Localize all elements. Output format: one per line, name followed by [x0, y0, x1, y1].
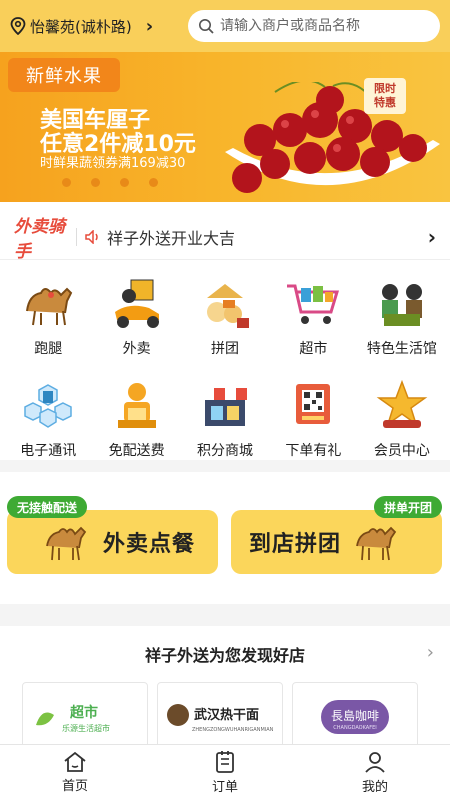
discover-shops-section: 祥子外送为您发现好店 › 超市 乐源生活超市 武汉热干面 ZHENGZONGWU… — [0, 626, 450, 752]
cherries-image — [225, 82, 440, 193]
discover-heading: 祥子外送为您发现好店 — [144, 646, 305, 665]
announcement-text: 祥子外送开业大吉 — [107, 228, 236, 248]
svg-text:超市: 超市 — [69, 704, 98, 721]
location-label: 怡馨苑(诚朴路) — [30, 17, 132, 36]
user-icon — [365, 752, 385, 773]
group-buy-icon — [196, 276, 254, 332]
announcement-bar[interactable]: 外卖骑手 祥子外送开业大吉 › — [0, 214, 450, 262]
groupbuy-store-label: 到店拼团 — [249, 532, 342, 557]
shop-card-noodles[interactable]: 武汉热干面 ZHENGZONGWUHANRIGANMIAN — [157, 682, 283, 752]
svg-text:乐源生活超市: 乐源生活超市 — [62, 723, 110, 733]
groupbuy-store-button[interactable]: 拼单开团 到店拼团 — [231, 496, 442, 574]
points-mall-icon — [196, 378, 254, 434]
takeout-order-button[interactable]: 无接触配送 外卖点餐 — [7, 496, 218, 574]
svg-text:武汉热干面: 武汉热干面 — [194, 707, 259, 723]
category-specialty[interactable]: 特色生活馆 — [358, 276, 446, 358]
top-header: 怡馨苑(诚朴路) › — [0, 0, 450, 52]
camel-icon — [19, 276, 77, 332]
nav-orders[interactable]: 订单 — [175, 745, 275, 800]
chevron-right-icon: › — [427, 224, 436, 249]
bottom-navigation: 首页 订单 我的 — [0, 744, 450, 800]
svg-text:長島咖啡: 長島咖啡 — [331, 708, 379, 723]
shop-card-supermarket[interactable]: 超市 乐源生活超市 — [22, 682, 148, 752]
limited-offer-badge: 限时 特惠 — [364, 78, 406, 114]
home-icon — [64, 751, 86, 772]
category-groupbuy[interactable]: 拼团 — [181, 276, 269, 358]
search-box[interactable] — [188, 10, 440, 42]
search-icon — [199, 19, 214, 34]
category-electronics[interactable]: 电子通讯 — [4, 378, 92, 460]
electronics-icon — [19, 378, 77, 434]
camel-icon — [46, 526, 87, 561]
delivery-scooter-icon — [108, 276, 166, 332]
free-delivery-icon — [108, 378, 166, 434]
svg-text:ZHENGZONGWUHANRIGANMIAN: ZHENGZONGWUHANRIGANMIAN — [192, 727, 274, 733]
coffee-shop-logo: 長島咖啡 CHANGDAOKAFEI — [321, 700, 389, 734]
category-order-gift[interactable]: 下单有礼 — [269, 378, 357, 460]
orders-icon — [216, 751, 234, 773]
banner-tag: 新鲜水果 — [8, 58, 120, 92]
brand-logo-text: 外卖骑手 — [14, 216, 65, 262]
category-grid: 跑腿 外卖 拼团 超市 特色生活馆 电子通讯 免配送费 积分商城 下单有礼 会员… — [0, 276, 450, 460]
group-open-pill: 拼单开团 — [373, 496, 442, 518]
shopping-cart-icon — [284, 276, 342, 332]
location-selector[interactable]: 怡馨苑(诚朴路) › — [10, 16, 180, 37]
location-pin-icon — [10, 17, 26, 35]
banner-pagination — [62, 178, 158, 187]
speaker-icon — [85, 229, 98, 244]
category-supermarket[interactable]: 超市 — [269, 276, 357, 358]
banner-subtitle: 时鲜果蔬领券满169减30 — [40, 156, 186, 171]
category-takeout[interactable]: 外卖 — [92, 276, 180, 358]
camel-icon — [356, 526, 397, 561]
chevron-right-icon: › — [145, 15, 154, 37]
chevron-right-icon[interactable]: › — [427, 642, 434, 663]
home-panel: 外卖骑手 祥子外送开业大吉 › 跑腿 外卖 拼团 超市 特色生活馆 电子通讯 免… — [0, 202, 450, 460]
category-points-mall[interactable]: 积分商城 — [181, 378, 269, 460]
noodle-shop-logo: 武汉热干面 ZHENGZONGWUHANRIGANMIAN — [167, 704, 274, 733]
contactless-delivery-pill: 无接触配送 — [7, 496, 88, 518]
supermarket-logo: 超市 乐源生活超市 — [36, 704, 110, 733]
category-free-delivery[interactable]: 免配送费 — [92, 378, 180, 460]
nav-mine[interactable]: 我的 — [325, 745, 425, 800]
promo-banner[interactable]: 新鲜水果 美国车厘子 任意2件减10元 时鲜果蔬领券满169减30 限时 特惠 — [0, 52, 450, 202]
member-star-icon — [373, 378, 431, 434]
order-gift-icon — [284, 378, 342, 434]
quick-entry-row: 无接触配送 外卖点餐 拼单开团 到店拼团 — [0, 472, 450, 604]
nav-home[interactable]: 首页 — [25, 745, 125, 800]
search-input[interactable] — [220, 18, 420, 34]
category-errand[interactable]: 跑腿 — [4, 276, 92, 358]
takeout-order-label: 外卖点餐 — [103, 532, 196, 557]
specialty-shop-icon — [373, 276, 431, 332]
svg-text:CHANGDAOKAFEI: CHANGDAOKAFEI — [333, 725, 376, 731]
shop-card-coffee[interactable]: 長島咖啡 CHANGDAOKAFEI — [292, 682, 418, 752]
category-member-center[interactable]: 会员中心 — [358, 378, 446, 460]
